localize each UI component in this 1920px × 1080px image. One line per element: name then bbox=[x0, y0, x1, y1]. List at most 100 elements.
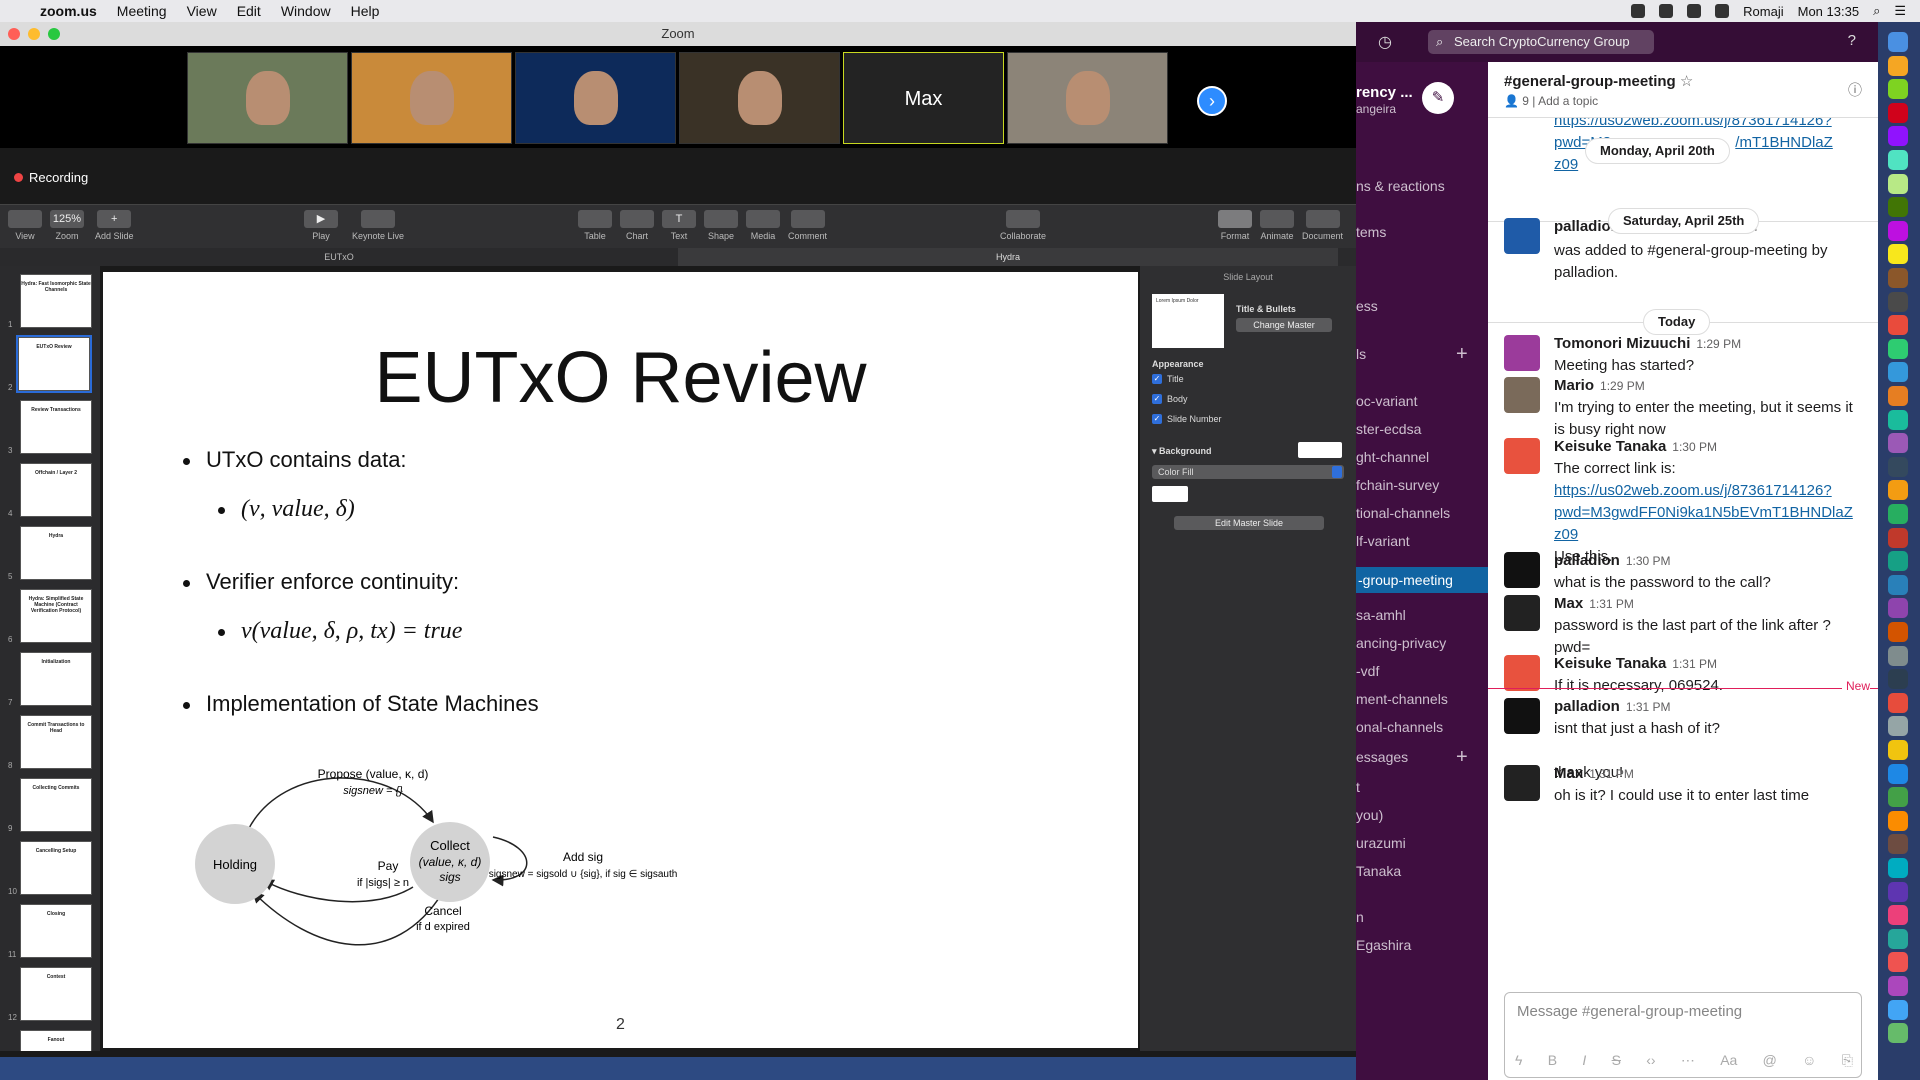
sidebar-item[interactable]: tional-channels bbox=[1356, 505, 1450, 521]
dock-app-icon[interactable] bbox=[1888, 220, 1908, 241]
day-pill[interactable]: Saturday, April 25th bbox=[1608, 208, 1760, 234]
dock-app-icon[interactable] bbox=[1888, 79, 1908, 100]
info-icon[interactable]: ⓘ bbox=[1848, 80, 1862, 100]
message[interactable]: Keisuke Tanaka 1:31 PM If it is necessary,… bbox=[1504, 653, 1864, 697]
slide-thumbnail[interactable]: Fanout bbox=[20, 1030, 92, 1051]
toolbar-media-button[interactable]: Media bbox=[746, 210, 780, 241]
slide-thumbnail[interactable]: EUTxO Review bbox=[16, 335, 92, 393]
chevron-right-icon[interactable]: › bbox=[1197, 86, 1227, 116]
avatar[interactable] bbox=[1504, 655, 1540, 691]
dock-app-icon[interactable] bbox=[1888, 32, 1908, 52]
message[interactable]: Max 1:31 PM password is the last part of t… bbox=[1504, 593, 1864, 659]
dock-app-icon[interactable] bbox=[1888, 740, 1908, 760]
title-checkbox[interactable]: ✓ Title bbox=[1152, 369, 1222, 389]
dock-app-icon[interactable] bbox=[1888, 928, 1908, 949]
dock-app-icon[interactable] bbox=[1888, 622, 1908, 642]
dock-app-icon[interactable] bbox=[1888, 102, 1908, 123]
message[interactable]: Mario 1:29 PM I'm trying to enter the meet… bbox=[1504, 375, 1864, 441]
participant-video[interactable] bbox=[351, 52, 512, 144]
timestamp[interactable]: 1:29 PM bbox=[1696, 337, 1741, 351]
dock-app-icon[interactable] bbox=[1888, 55, 1908, 76]
participant-video[interactable] bbox=[515, 52, 676, 144]
shortcuts-icon[interactable]: ϟ bbox=[1515, 1052, 1522, 1069]
input-method[interactable]: Romaji bbox=[1743, 4, 1783, 19]
sender-name[interactable]: Max bbox=[1554, 595, 1583, 612]
sidebar-item[interactable]: -vdf bbox=[1356, 663, 1379, 679]
slide-thumbnail[interactable]: Cancelling Setup bbox=[20, 841, 92, 895]
toolbar-comment-button[interactable]: Comment bbox=[788, 210, 827, 241]
day-pill[interactable]: Monday, April 20th bbox=[1585, 138, 1730, 164]
code-icon[interactable]: ‹› bbox=[1646, 1052, 1655, 1069]
menu-view[interactable]: View bbox=[187, 3, 217, 19]
tab-eutxo[interactable]: EUTxO bbox=[0, 248, 678, 266]
dock-app-icon[interactable] bbox=[1888, 338, 1908, 359]
slide-thumbnail[interactable]: Hydra: Fast Isomorphic State Channels bbox=[20, 274, 92, 328]
participant-video[interactable] bbox=[187, 52, 348, 144]
sidebar-item[interactable]: sa-amhl bbox=[1356, 607, 1406, 623]
sidebar-item[interactable]: -group-meeting bbox=[1356, 567, 1488, 593]
add-icon[interactable]: + bbox=[1456, 746, 1468, 769]
dock-app-icon[interactable] bbox=[1888, 810, 1908, 831]
participant-video[interactable] bbox=[679, 52, 840, 144]
bold-icon[interactable]: B bbox=[1548, 1052, 1557, 1069]
add-topic-link[interactable]: Add a topic bbox=[1538, 94, 1598, 108]
dock-app-icon[interactable] bbox=[1888, 976, 1908, 996]
slide-thumbnail[interactable]: Initialization bbox=[20, 652, 92, 706]
day-pill[interactable]: Today bbox=[1643, 309, 1711, 335]
dock-app-icon[interactable] bbox=[1888, 409, 1908, 430]
timestamp[interactable]: 1:30 PM bbox=[1672, 440, 1717, 454]
message[interactable]: palladion 1:30 PM what is the password to … bbox=[1504, 550, 1864, 594]
more-icon[interactable]: ⋯ bbox=[1681, 1052, 1695, 1069]
toolbar-animate-button[interactable]: Animate bbox=[1260, 210, 1294, 241]
clock[interactable]: Mon 13:35 bbox=[1798, 4, 1859, 19]
slide-thumbnail[interactable]: Closing bbox=[20, 904, 92, 958]
sidebar-item[interactable]: tems bbox=[1356, 224, 1386, 240]
timestamp[interactable]: 1:29 PM bbox=[1600, 379, 1645, 393]
sender-name[interactable]: Max bbox=[1554, 765, 1583, 782]
search-icon[interactable]: ⌕ bbox=[1873, 3, 1880, 19]
dock-app-icon[interactable] bbox=[1888, 551, 1908, 572]
sidebar-item[interactable]: you) bbox=[1356, 807, 1383, 823]
dock-app-icon[interactable] bbox=[1888, 291, 1908, 312]
sidebar-item[interactable]: urazumi bbox=[1356, 835, 1406, 851]
dock-app-icon[interactable] bbox=[1888, 197, 1908, 218]
dock-app-icon[interactable] bbox=[1888, 598, 1908, 619]
slide-thumbnail[interactable]: Contest bbox=[20, 967, 92, 1021]
control-center-icon[interactable]: ☰ bbox=[1894, 3, 1906, 19]
toolbar-text-button[interactable]: T Text bbox=[662, 210, 696, 241]
bluetooth-icon[interactable] bbox=[1687, 4, 1702, 18]
participant-video[interactable] bbox=[1007, 52, 1168, 144]
fill-color-well[interactable] bbox=[1152, 486, 1188, 502]
state-machine-diagram[interactable]: Holding Collect (value, κ, d) sigs Propo… bbox=[193, 762, 793, 972]
body-checkbox[interactable]: ✓ Body bbox=[1152, 389, 1222, 409]
dock-app-icon[interactable] bbox=[1888, 669, 1908, 690]
toolbar-play-button[interactable]: ▶ Play bbox=[304, 210, 338, 241]
dock-app-icon[interactable] bbox=[1888, 905, 1908, 926]
menu-help[interactable]: Help bbox=[351, 3, 380, 19]
avatar[interactable] bbox=[1504, 595, 1540, 631]
italic-icon[interactable]: I bbox=[1582, 1052, 1586, 1069]
slide-canvas[interactable]: EUTxO Review UTxO contains data: (ν, val… bbox=[103, 272, 1138, 1048]
sidebar-item[interactable]: ancing-privacy bbox=[1356, 635, 1446, 651]
sidebar-item[interactable]: oc-variant bbox=[1356, 393, 1417, 409]
star-icon[interactable]: ☆ bbox=[1680, 73, 1693, 90]
slide-thumbnail[interactable]: Collecting Commits bbox=[20, 778, 92, 832]
avatar[interactable] bbox=[1504, 218, 1540, 254]
dock-app-icon[interactable] bbox=[1888, 362, 1908, 383]
sidebar-item[interactable]: fchain-survey bbox=[1356, 477, 1439, 493]
sidebar-item[interactable]: t bbox=[1356, 779, 1360, 795]
dock-app-icon[interactable] bbox=[1888, 315, 1908, 336]
mention-icon[interactable]: @ bbox=[1763, 1052, 1777, 1069]
dock-app-icon[interactable] bbox=[1888, 999, 1908, 1020]
dock-app-icon[interactable] bbox=[1888, 244, 1908, 265]
avatar[interactable] bbox=[1504, 698, 1540, 734]
emoji-icon[interactable]: ☺ bbox=[1802, 1052, 1816, 1069]
channel-name[interactable]: #general-group-meeting ☆ bbox=[1504, 72, 1693, 90]
timestamp[interactable]: 1:30 PM bbox=[1626, 554, 1671, 568]
menu-meeting[interactable]: Meeting bbox=[117, 3, 167, 19]
background-color-well[interactable] bbox=[1298, 442, 1342, 458]
sender-name[interactable]: Keisuke Tanaka bbox=[1554, 655, 1666, 672]
background-heading[interactable]: ▾ Background bbox=[1152, 446, 1212, 457]
timestamp[interactable]: 1:31 PM bbox=[1589, 597, 1634, 611]
fill-type-select[interactable]: Color Fill bbox=[1152, 465, 1344, 479]
